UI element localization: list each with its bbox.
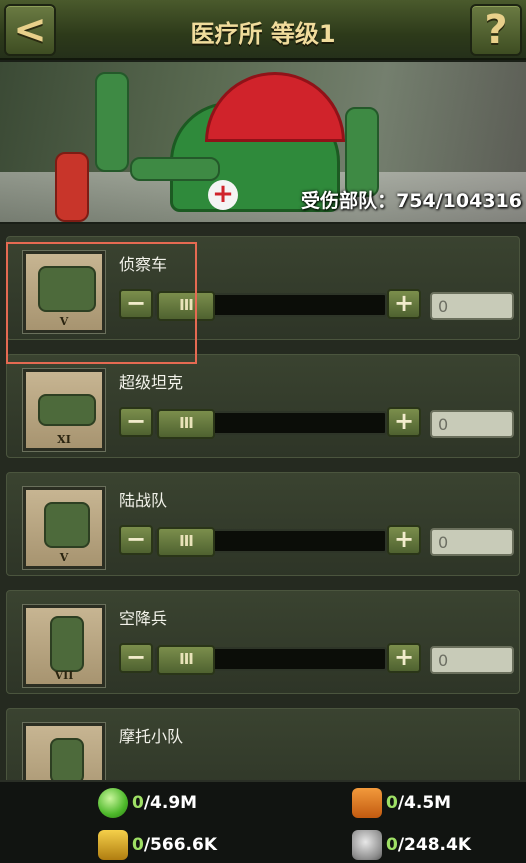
casualties-counter: 受伤部队：754/104316 (301, 190, 522, 212)
unit-card: 摩托小队 (6, 708, 520, 780)
unit-portrait: V (23, 487, 105, 569)
page-title: 医疗所 等级1 (190, 20, 336, 48)
decrease-button[interactable]: − (119, 525, 153, 555)
decrease-button[interactable]: − (119, 407, 153, 437)
resource-brick: 0/4.5M (352, 788, 451, 818)
casualties-value: 754/104316 (396, 190, 522, 212)
resource-current: 0 (132, 793, 144, 813)
unit-list[interactable]: V 侦察车 − III + 0 XI 超级坦克 − III + 0 V 陆战队 … (0, 224, 526, 780)
quantity-slider[interactable]: III (155, 645, 387, 675)
unit-card: VII 空降兵 − III + 0 (6, 590, 520, 694)
soldier-figure (95, 72, 129, 172)
unit-portrait (23, 723, 105, 780)
slider-handle[interactable]: III (157, 645, 215, 675)
resource-current: 0 (386, 793, 398, 813)
increase-button[interactable]: + (387, 643, 421, 673)
resource-bar: 0/4.9M 0/4.5M 0/566.6K 0/248.4K (0, 780, 526, 863)
super-tank-icon (38, 394, 96, 426)
decrease-button[interactable]: − (119, 643, 153, 673)
resource-gem: 0/4.9M (98, 788, 197, 818)
slider-handle[interactable]: III (157, 527, 215, 557)
increase-button[interactable]: + (387, 525, 421, 555)
red-cross-icon: + (208, 180, 238, 210)
unit-card: XI 超级坦克 − III + 0 (6, 354, 520, 458)
quantity-input[interactable]: 0 (430, 646, 514, 674)
slider-handle[interactable]: III (157, 409, 215, 439)
steel-nut-icon (352, 830, 382, 860)
quantity-input[interactable]: 0 (430, 410, 514, 438)
unit-portrait: V (23, 251, 105, 333)
quantity-slider[interactable]: III (155, 527, 387, 557)
decrease-button[interactable]: − (119, 289, 153, 319)
quantity-slider[interactable]: III (155, 409, 387, 439)
rank-badge: V (59, 315, 69, 328)
unit-name: 摩托小队 (119, 727, 184, 746)
rank-badge: VII (54, 669, 74, 682)
unit-card: V 侦察车 − III + 0 (6, 236, 520, 340)
medic-figure (55, 152, 89, 222)
resource-current: 0 (386, 835, 398, 855)
slider-handle[interactable]: III (157, 291, 215, 321)
resource-steel: 0/248.4K (352, 830, 471, 860)
unit-portrait: XI (23, 369, 105, 451)
casualties-label: 受伤部队 (301, 190, 378, 212)
quantity-input[interactable]: 0 (430, 528, 514, 556)
fuel-can-icon (98, 830, 128, 860)
unit-portrait: VII (23, 605, 105, 687)
orange-brick-icon (352, 788, 382, 818)
rank-badge: XI (57, 433, 71, 446)
help-button[interactable]: ? (470, 4, 522, 56)
header-bar: < 医疗所 等级1 ? (0, 0, 526, 60)
resource-capacity: /4.5M (397, 793, 452, 813)
resource-capacity: /566.6K (143, 835, 217, 855)
unit-name: 超级坦克 (119, 373, 184, 392)
resource-capacity: /248.4K (397, 835, 471, 855)
marine-icon (44, 502, 90, 548)
paratrooper-icon (50, 616, 84, 672)
motorcycle-squad-icon (50, 738, 84, 780)
scout-car-icon (38, 266, 96, 312)
unit-card: V 陆战队 − III + 0 (6, 472, 520, 576)
soldier-figure (345, 107, 379, 197)
quantity-input[interactable]: 0 (430, 292, 514, 320)
soldier-figure (130, 157, 220, 181)
resource-fuel: 0/566.6K (98, 830, 217, 860)
quantity-slider[interactable]: III (155, 291, 387, 321)
rank-badge: V (59, 551, 69, 564)
increase-button[interactable]: + (387, 407, 421, 437)
green-gem-icon (98, 788, 128, 818)
increase-button[interactable]: + (387, 289, 421, 319)
tent-roof (205, 72, 345, 142)
unit-name: 侦察车 (119, 255, 168, 274)
unit-name: 空降兵 (119, 609, 168, 628)
resource-capacity: /4.9M (143, 793, 198, 813)
unit-name: 陆战队 (119, 491, 168, 510)
resource-current: 0 (132, 835, 144, 855)
question-mark-icon: ? (484, 7, 508, 53)
